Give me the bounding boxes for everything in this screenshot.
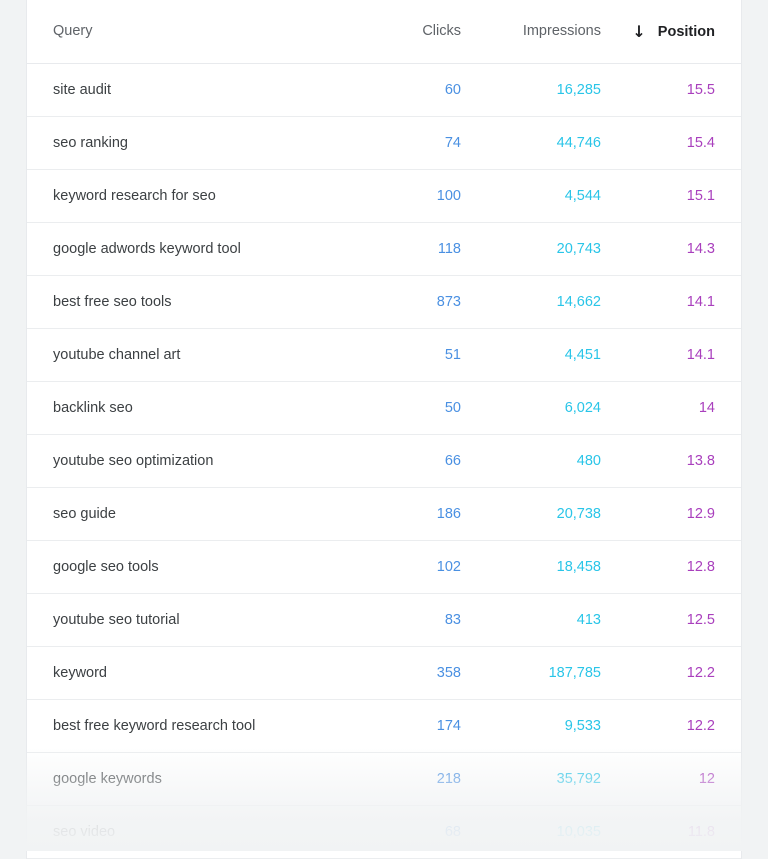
table-cell-query: google adwords keyword tool xyxy=(27,222,357,275)
table-cell-query: seo guide xyxy=(27,487,357,540)
table-cell-clicks: 118 xyxy=(357,222,487,275)
column-header-impressions[interactable]: Impressions xyxy=(487,0,627,64)
table-cell-position: 12.8 xyxy=(627,540,741,593)
table-cell-position: 15.5 xyxy=(627,63,741,116)
table-row[interactable]: keyword research for seo 100 4,544 15.1 xyxy=(27,169,741,222)
table-cell-impressions: 413 xyxy=(487,593,627,646)
table-cell-clicks: 50 xyxy=(357,381,487,434)
search-performance-page: Query Clicks Impressions ↓ Position site … xyxy=(0,0,768,859)
table-cell-clicks: 186 xyxy=(357,487,487,540)
table-cell-impressions: 20,738 xyxy=(487,487,627,540)
table-cell-clicks: 74 xyxy=(357,116,487,169)
table-row[interactable]: google seo tools 102 18,458 12.8 xyxy=(27,540,741,593)
arrow-down-icon: ↓ xyxy=(632,21,646,41)
table-cell-query: site audit xyxy=(27,63,357,116)
table-cell-impressions: 6,024 xyxy=(487,381,627,434)
table-row[interactable]: site audit 60 16,285 15.5 xyxy=(27,63,741,116)
table-cell-query: youtube seo tutorial xyxy=(27,593,357,646)
column-header-clicks-label: Clicks xyxy=(422,23,461,40)
table-cell-clicks: 358 xyxy=(357,646,487,699)
table-cell-position: 12.2 xyxy=(627,699,741,752)
table-cell-clicks: 68 xyxy=(357,805,487,858)
table-cell-query: best free keyword research tool xyxy=(27,699,357,752)
table-cell-clicks: 218 xyxy=(357,752,487,805)
table-cell-position: 13.8 xyxy=(627,434,741,487)
table-cell-position: 14 xyxy=(627,381,741,434)
query-performance-card: Query Clicks Impressions ↓ Position site … xyxy=(26,0,742,859)
table-row[interactable]: seo video 68 10,035 11.8 xyxy=(27,805,741,858)
table-cell-query: seo video xyxy=(27,805,357,858)
table-cell-clicks: 873 xyxy=(357,275,487,328)
table-cell-impressions: 9,533 xyxy=(487,699,627,752)
table-cell-clicks: 174 xyxy=(357,699,487,752)
column-header-clicks[interactable]: Clicks xyxy=(357,0,487,64)
table-cell-clicks: 60 xyxy=(357,63,487,116)
table-row[interactable]: backlink seo 50 6,024 14 xyxy=(27,381,741,434)
table-cell-query: backlink seo xyxy=(27,381,357,434)
column-header-query-label: Query xyxy=(53,23,93,40)
column-header-position[interactable]: ↓ Position xyxy=(627,0,741,64)
query-performance-table: Query Clicks Impressions ↓ Position site … xyxy=(27,0,741,859)
column-header-impressions-label: Impressions xyxy=(522,23,601,40)
table-cell-impressions: 14,662 xyxy=(487,275,627,328)
table-header: Query Clicks Impressions ↓ Position xyxy=(27,0,741,64)
column-header-query[interactable]: Query xyxy=(27,0,357,64)
table-cell-position: 12.2 xyxy=(627,646,741,699)
table-row[interactable]: youtube seo tutorial 83 413 12.5 xyxy=(27,593,741,646)
table-row[interactable]: keyword 358 187,785 12.2 xyxy=(27,646,741,699)
table-cell-query: youtube seo optimization xyxy=(27,434,357,487)
table-cell-position: 11.8 xyxy=(627,805,741,858)
table-cell-position: 12.9 xyxy=(627,487,741,540)
table-cell-clicks: 83 xyxy=(357,593,487,646)
table-cell-query: google keywords xyxy=(27,752,357,805)
table-row[interactable]: best free seo tools 873 14,662 14.1 xyxy=(27,275,741,328)
table-row[interactable]: youtube seo optimization 66 480 13.8 xyxy=(27,434,741,487)
table-cell-position: 14.1 xyxy=(627,328,741,381)
table-row[interactable]: seo guide 186 20,738 12.9 xyxy=(27,487,741,540)
table-cell-query: youtube channel art xyxy=(27,328,357,381)
table-cell-impressions: 187,785 xyxy=(487,646,627,699)
table-row[interactable]: youtube channel art 51 4,451 14.1 xyxy=(27,328,741,381)
table-cell-query: keyword research for seo xyxy=(27,169,357,222)
table-cell-impressions: 18,458 xyxy=(487,540,627,593)
table-cell-position: 12 xyxy=(627,752,741,805)
table-cell-impressions: 480 xyxy=(487,434,627,487)
table-cell-position: 14.1 xyxy=(627,275,741,328)
table-body: site audit 60 16,285 15.5 seo ranking 74 44,74… xyxy=(27,63,741,858)
table-cell-impressions: 16,285 xyxy=(487,63,627,116)
table-cell-impressions: 44,746 xyxy=(487,116,627,169)
table-cell-clicks: 66 xyxy=(357,434,487,487)
table-cell-impressions: 20,743 xyxy=(487,222,627,275)
table-cell-position: 14.3 xyxy=(627,222,741,275)
table-cell-impressions: 35,792 xyxy=(487,752,627,805)
table-row[interactable]: seo ranking 74 44,746 15.4 xyxy=(27,116,741,169)
table-cell-position: 12.5 xyxy=(627,593,741,646)
table-cell-query: keyword xyxy=(27,646,357,699)
table-cell-position: 15.1 xyxy=(627,169,741,222)
table-cell-clicks: 102 xyxy=(357,540,487,593)
table-row[interactable]: best free keyword research tool 174 9,533 1… xyxy=(27,699,741,752)
table-cell-query: seo ranking xyxy=(27,116,357,169)
table-cell-clicks: 100 xyxy=(357,169,487,222)
table-row[interactable]: google adwords keyword tool 118 20,743 14.3 xyxy=(27,222,741,275)
table-cell-query: google seo tools xyxy=(27,540,357,593)
table-cell-impressions: 4,451 xyxy=(487,328,627,381)
table-header-row: Query Clicks Impressions ↓ Position xyxy=(27,0,741,64)
table-cell-query: best free seo tools xyxy=(27,275,357,328)
table-cell-clicks: 51 xyxy=(357,328,487,381)
table-cell-position: 15.4 xyxy=(627,116,741,169)
column-header-position-label: Position xyxy=(657,23,715,40)
table-cell-impressions: 4,544 xyxy=(487,169,627,222)
table-row[interactable]: google keywords 218 35,792 12 xyxy=(27,752,741,805)
table-cell-impressions: 10,035 xyxy=(487,805,627,858)
